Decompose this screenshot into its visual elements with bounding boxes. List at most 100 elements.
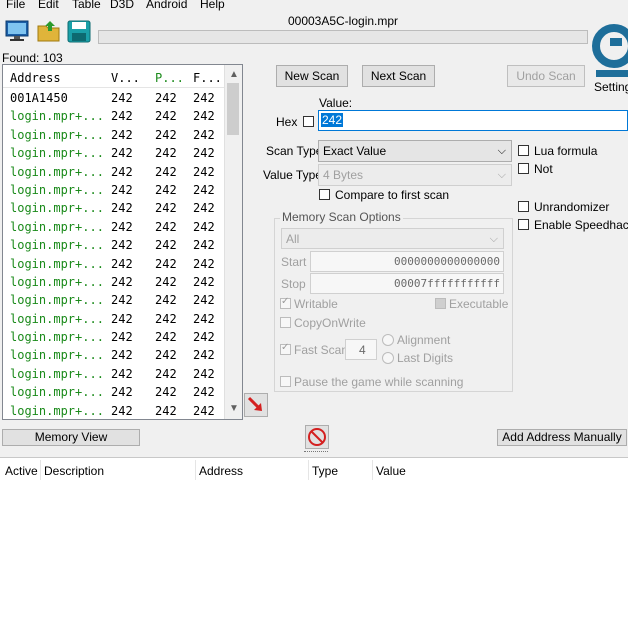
result-previous: 242: [155, 274, 177, 289]
result-row[interactable]: login.mpr+... 242 242 242: [3, 236, 225, 254]
result-value: 242: [111, 311, 133, 326]
not-checkbox[interactable]: [518, 163, 529, 174]
memory-view-button[interactable]: Memory View: [2, 429, 140, 446]
menu-file[interactable]: File: [6, 0, 25, 11]
result-row[interactable]: login.mpr+... 242 242 242: [3, 126, 225, 144]
executable-checkbox[interactable]: [435, 298, 446, 309]
result-first: 242: [193, 330, 215, 345]
result-row[interactable]: login.mpr+... 242 242 242: [3, 181, 225, 199]
result-first: 242: [193, 403, 215, 418]
col-value[interactable]: V...: [111, 71, 140, 85]
col-list-value[interactable]: Value: [376, 464, 406, 478]
result-row[interactable]: login.mpr+... 242 242 242: [3, 402, 225, 419]
result-address: 001A1450: [10, 91, 68, 105]
result-first: 242: [193, 238, 215, 253]
not-label: Not: [534, 162, 553, 176]
scroll-down-icon[interactable]: ▼: [229, 403, 239, 414]
result-address: login.mpr+...: [10, 109, 104, 124]
result-previous: 242: [155, 201, 177, 216]
result-row[interactable]: login.mpr+... 242 242 242: [3, 144, 225, 162]
writable-checkbox[interactable]: [280, 296, 291, 309]
pause-game-checkbox[interactable]: [280, 376, 291, 387]
chevron-down-icon: ⌵: [497, 169, 506, 181]
results-header: Address V... P... F...: [3, 65, 225, 88]
lua-formula-label: Lua formula: [534, 144, 598, 158]
new-scan-button[interactable]: New Scan: [276, 65, 348, 87]
col-type[interactable]: Type: [312, 464, 338, 478]
results-list[interactable]: Address V... P... F... 001A1450 242 242 242…: [2, 64, 243, 420]
result-row[interactable]: login.mpr+... 242 242 242: [3, 291, 225, 309]
result-row[interactable]: login.mpr+... 242 242 242: [3, 273, 225, 291]
pause-game-label: Pause the game while scanning: [294, 375, 464, 389]
result-previous: 242: [155, 385, 177, 400]
menu-help[interactable]: Help: [200, 0, 225, 11]
chevron-down-icon: ⌵: [497, 145, 506, 157]
result-address: login.mpr+...: [10, 164, 104, 179]
result-row[interactable]: login.mpr+... 242 242 242: [3, 310, 225, 328]
result-row[interactable]: login.mpr+... 242 242 242: [3, 365, 225, 383]
result-previous: 242: [155, 366, 177, 381]
lua-formula-checkbox[interactable]: [518, 145, 529, 156]
results-scrollbar[interactable]: ▲ ▼: [224, 65, 242, 419]
scroll-up-icon[interactable]: ▲: [229, 69, 239, 80]
hex-checkbox[interactable]: [303, 116, 314, 127]
result-row[interactable]: login.mpr+... 242 242 242: [3, 107, 225, 125]
result-row[interactable]: 001A1450 242 242 242: [3, 89, 225, 107]
compare-first-checkbox[interactable]: [319, 189, 330, 200]
last-digits-radio[interactable]: [382, 352, 394, 364]
result-first: 242: [193, 182, 215, 197]
cheat-engine-logo-icon[interactable]: [590, 14, 628, 78]
copyonwrite-checkbox[interactable]: [280, 317, 291, 328]
result-row[interactable]: login.mpr+... 242 242 242: [3, 346, 225, 364]
open-file-icon[interactable]: [36, 18, 62, 44]
col-first[interactable]: F...: [193, 71, 222, 85]
result-value: 242: [111, 256, 133, 271]
speedhack-checkbox[interactable]: [518, 219, 529, 230]
scan-type-select[interactable]: Exact Value ⌵: [318, 140, 512, 162]
menu-android[interactable]: Android: [146, 0, 187, 11]
col-previous[interactable]: P...: [155, 71, 184, 85]
scroll-thumb[interactable]: [227, 83, 239, 135]
memory-region-select[interactable]: All ⌵: [281, 228, 504, 249]
stop-label: Stop: [281, 277, 306, 291]
result-row[interactable]: login.mpr+... 242 242 242: [3, 199, 225, 217]
stop-address-input[interactable]: 00007fffffffffff: [310, 273, 504, 294]
unrandomizer-checkbox[interactable]: [518, 201, 529, 212]
save-icon[interactable]: [66, 18, 92, 44]
col-list-address[interactable]: Address: [199, 464, 243, 478]
menu-d3d[interactable]: D3D: [110, 0, 134, 11]
col-active[interactable]: Active: [5, 464, 38, 478]
result-row[interactable]: login.mpr+... 242 242 242: [3, 218, 225, 236]
red-arrow-icon: [247, 396, 262, 411]
start-address-input[interactable]: 0000000000000000: [310, 251, 504, 272]
fast-scan-label: Fast Scan: [294, 343, 349, 357]
menu-table[interactable]: Table: [72, 0, 101, 11]
fast-scan-checkbox[interactable]: [280, 342, 291, 355]
value-type-select[interactable]: 4 Bytes ⌵: [318, 164, 512, 186]
col-description[interactable]: Description: [44, 464, 104, 478]
value-input[interactable]: 242: [318, 110, 628, 131]
clear-list-button[interactable]: [305, 425, 329, 449]
fast-scan-input[interactable]: 4: [345, 339, 377, 360]
col-address[interactable]: Address: [10, 71, 61, 85]
result-address: login.mpr+...: [10, 293, 104, 308]
splitter-handle[interactable]: [304, 451, 328, 455]
result-row[interactable]: login.mpr+... 242 242 242: [3, 163, 225, 181]
result-address: login.mpr+...: [10, 385, 104, 400]
undo-scan-button[interactable]: Undo Scan: [507, 65, 585, 87]
memory-region-value: All: [286, 232, 300, 246]
result-row[interactable]: login.mpr+... 242 242 242: [3, 328, 225, 346]
address-list[interactable]: Active Description Address Type Value: [0, 457, 628, 641]
alignment-radio[interactable]: [382, 334, 394, 346]
select-process-icon[interactable]: [4, 18, 30, 44]
compare-first-label: Compare to first scan: [335, 188, 450, 202]
stop-address-value: 00007fffffffffff: [394, 277, 500, 290]
add-address-button[interactable]: Add Address Manually: [497, 429, 627, 446]
add-to-list-button[interactable]: [244, 393, 268, 417]
next-scan-button[interactable]: Next Scan: [362, 65, 435, 87]
settings-label[interactable]: Settings: [594, 80, 628, 94]
result-row[interactable]: login.mpr+... 242 242 242: [3, 255, 225, 273]
result-previous: 242: [155, 91, 177, 105]
menu-edit[interactable]: Edit: [38, 0, 59, 11]
result-row[interactable]: login.mpr+... 242 242 242: [3, 383, 225, 401]
